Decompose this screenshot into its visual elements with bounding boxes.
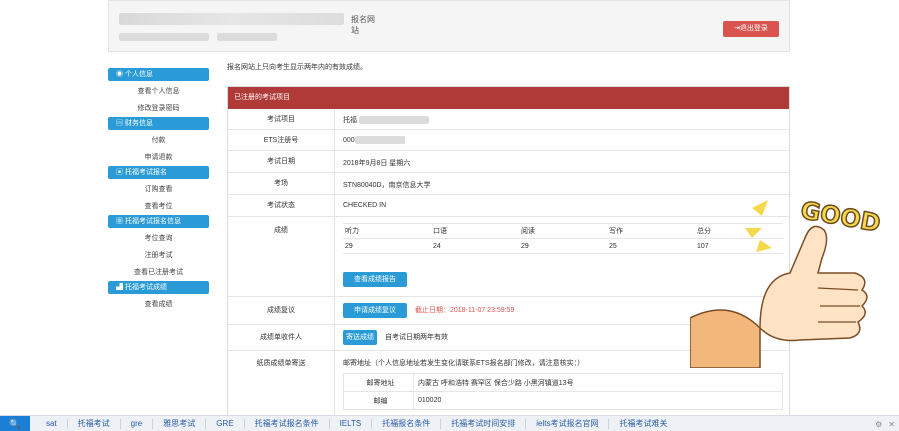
address-table: 邮寄地址 内蒙古 呼和浩特 赛罕区 保合少路 小黑河镇道13号 邮编 01002… bbox=[343, 373, 783, 410]
sleeve bbox=[690, 309, 761, 368]
user-icon: ◉ bbox=[116, 71, 125, 78]
score-value: 29 bbox=[343, 238, 431, 254]
notice-text: 报名网站上只向考生显示两年内的有效成绩。 bbox=[227, 64, 367, 71]
mailing-note: 邮寄地址（个人信息地址若发生变化请联系ETS报名部门修改，请注意核实：） bbox=[343, 360, 585, 367]
sidebar-head-register[interactable]: ▣ 托福考试报名 bbox=[108, 166, 209, 179]
hot-link[interactable]: 托福考试报名条件 bbox=[245, 419, 330, 429]
hot-link[interactable]: 雅思考试 bbox=[153, 419, 207, 429]
sidebar-head-label: 个人信息 bbox=[124, 71, 153, 78]
blurred-text bbox=[354, 136, 405, 144]
sidebar-item-seat-search[interactable]: 考位查询 bbox=[108, 230, 209, 247]
sidebar-head-personal[interactable]: ◉ 个人信息 bbox=[108, 68, 209, 81]
calendar-icon: ▣ bbox=[116, 169, 125, 176]
hot-link[interactable]: 托福报名条件 bbox=[372, 419, 442, 429]
hot-link[interactable]: gre bbox=[121, 419, 154, 429]
sidebar-item-pay[interactable]: 付款 bbox=[108, 132, 209, 149]
row-label: 成绩单收件人 bbox=[228, 325, 335, 350]
panel-title: 已注册的考试项目 bbox=[228, 87, 789, 109]
address-value: 内蒙古 呼和浩特 赛罕区 保合少路 小黑河镇道13号 bbox=[413, 373, 783, 392]
user-info bbox=[119, 33, 359, 43]
ets-id-value: 000 bbox=[343, 136, 355, 144]
row-label: 纸质成绩单寄送 bbox=[228, 351, 335, 417]
hot-link[interactable]: 托福考试难关 bbox=[609, 419, 677, 429]
hot-links: sat 托福考试 gre 雅思考试 GRE 托福考试报名条件 IELTS 托福报… bbox=[36, 416, 677, 431]
thumbs-up-illustration: GOOD bbox=[690, 195, 883, 368]
row-label: 成绩 bbox=[228, 217, 335, 296]
send-report-note: 自考试日期两年有效 bbox=[384, 334, 448, 341]
sidebar-item-register-exam[interactable]: 注册考试 bbox=[108, 247, 209, 264]
row-label: 考试项目 bbox=[228, 109, 335, 129]
logout-button[interactable]: ⇥退出登录 bbox=[723, 21, 779, 37]
score-header: 写作 bbox=[607, 223, 695, 239]
exam-date-value: 2018年9月8日 星期六 bbox=[343, 160, 411, 167]
score-header: 口语 bbox=[431, 223, 519, 239]
sidebar-head-label: 托福考试报名信息 bbox=[124, 218, 181, 225]
score-header: 阅读 bbox=[519, 223, 607, 239]
bar-controls: ⚙ ✕ bbox=[875, 416, 895, 431]
hot-link[interactable]: sat bbox=[36, 419, 68, 429]
row-label: ETS注册号 bbox=[228, 130, 335, 150]
address-row: 邮寄地址 内蒙古 呼和浩特 赛罕区 保合少路 小黑河镇道13号 bbox=[343, 373, 783, 392]
view-report-button[interactable]: 查看成绩报告 bbox=[343, 272, 407, 287]
blurred-text bbox=[119, 33, 209, 41]
row-ets-id: ETS注册号 000 bbox=[228, 130, 789, 151]
hot-link[interactable]: ielts考试报名官网 bbox=[526, 419, 610, 429]
blurred-text bbox=[119, 13, 344, 25]
row-label: 考场 bbox=[228, 173, 335, 194]
exam-item-value: 托福 bbox=[343, 117, 357, 124]
score-value: 24 bbox=[431, 238, 519, 254]
center-value: STN80040D，南京信息大学 bbox=[343, 182, 431, 189]
bottom-link-bar: 🔍 sat 托福考试 gre 雅思考试 GRE 托福考试报名条件 IELTS 托… bbox=[0, 415, 899, 431]
row-label: 考试状态 bbox=[228, 195, 335, 216]
hot-link[interactable]: IELTS bbox=[330, 419, 373, 429]
settings-icon[interactable]: ⚙ bbox=[875, 420, 882, 429]
site-title: 报名网站 bbox=[119, 13, 379, 35]
row-exam-date: 考试日期 2018年9月8日 星期六 bbox=[228, 151, 789, 173]
sidebar-item-orders[interactable]: 订购查看 bbox=[108, 181, 209, 198]
sidebar-item-view-scores[interactable]: 查看成绩 bbox=[108, 296, 209, 313]
sidebar-head-register-info[interactable]: ▦ 托福考试报名信息 bbox=[108, 215, 209, 228]
sidebar-item-view-info[interactable]: 查看个人信息 bbox=[108, 83, 209, 100]
sidebar-item-registered-exams[interactable]: 查看已注册考试 bbox=[108, 264, 209, 281]
chart-icon: ▟ bbox=[116, 284, 125, 291]
close-icon[interactable]: ✕ bbox=[888, 420, 895, 429]
hot-link[interactable]: GRE bbox=[206, 419, 245, 429]
search-icon[interactable]: 🔍 bbox=[0, 416, 30, 431]
review-deadline: 截止日期：2018-11-07 23:59:59 bbox=[414, 307, 515, 314]
sparkle-icon bbox=[752, 200, 768, 216]
page-header: 报名网站 ⇥退出登录 bbox=[108, 0, 790, 52]
blurred-text bbox=[217, 33, 277, 41]
send-report-button[interactable]: 寄送成绩 bbox=[343, 330, 377, 345]
address-value: 010020 bbox=[413, 391, 783, 410]
sidebar-item-change-password[interactable]: 修改登录密码 bbox=[108, 100, 209, 117]
row-label: 考试日期 bbox=[228, 151, 335, 172]
sidebar-head-label: 财务信息 bbox=[124, 120, 153, 127]
sidebar-item-seats[interactable]: 查看考位 bbox=[108, 198, 209, 215]
sparkle-icon bbox=[756, 240, 772, 252]
hand bbox=[759, 225, 868, 342]
sidebar-head-finance[interactable]: ▤ 财务信息 bbox=[108, 117, 209, 130]
hot-link[interactable]: 托福考试时间安排 bbox=[441, 419, 527, 429]
sparkle-icon bbox=[745, 228, 762, 238]
sidebar-item-refund[interactable]: 申请退款 bbox=[108, 149, 209, 166]
score-header: 听力 bbox=[343, 223, 431, 239]
address-label: 邮寄地址 bbox=[343, 373, 414, 392]
score-value: 25 bbox=[607, 238, 695, 254]
hot-link[interactable]: 托福考试 bbox=[68, 419, 121, 429]
address-row: 邮编 010020 bbox=[343, 391, 783, 410]
score-value: 29 bbox=[519, 238, 607, 254]
review-button[interactable]: 申请成绩复议 bbox=[343, 303, 407, 318]
sidebar-head-label: 托福考试成绩 bbox=[124, 284, 167, 291]
sidebar: ◉ 个人信息 查看个人信息 修改登录密码 ▤ 财务信息 付款 申请退款 ▣ 托福… bbox=[108, 68, 209, 313]
list-icon: ▦ bbox=[116, 218, 125, 225]
sidebar-head-scores[interactable]: ▟ 托福考试成绩 bbox=[108, 281, 209, 294]
row-label: 成绩复议 bbox=[228, 297, 335, 324]
status-value: CHECKED IN bbox=[343, 202, 387, 209]
sidebar-head-label: 托福考试报名 bbox=[124, 169, 167, 176]
row-exam-item: 考试项目 托福 bbox=[228, 109, 789, 130]
card-icon: ▤ bbox=[116, 120, 125, 127]
blurred-text bbox=[358, 116, 429, 125]
address-label: 邮编 bbox=[343, 391, 414, 410]
